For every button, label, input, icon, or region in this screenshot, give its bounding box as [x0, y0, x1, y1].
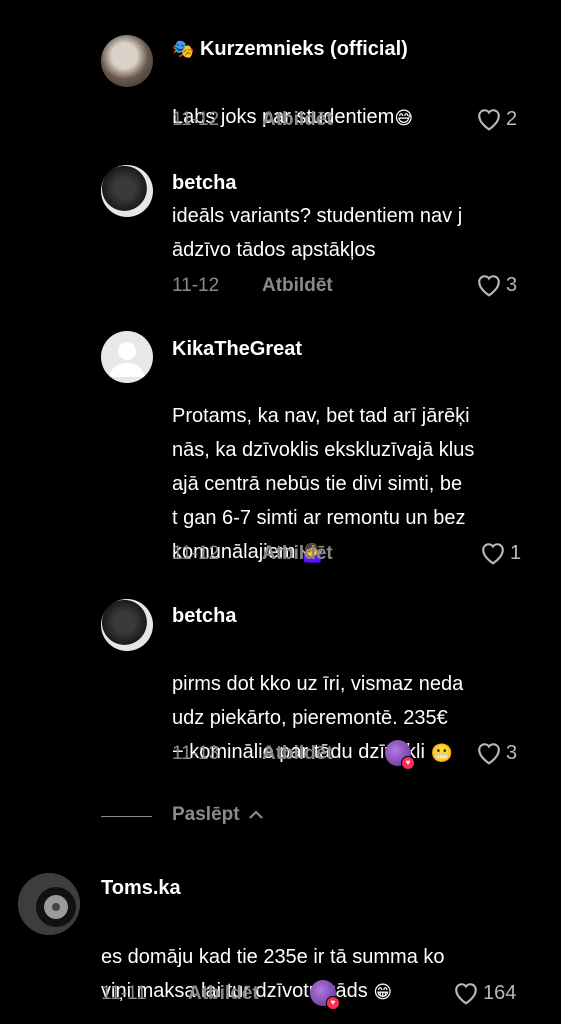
chevron-up-icon [248, 810, 263, 819]
like-button[interactable]: 3 [476, 273, 517, 297]
emoji: 😁 [373, 981, 393, 1002]
avatar[interactable] [101, 165, 153, 217]
reply-button[interactable]: Atbildēt [262, 109, 333, 131]
like-button[interactable]: 1 [480, 541, 521, 565]
like-count: 1 [510, 541, 522, 564]
divider [101, 816, 152, 817]
reply-button[interactable]: Atbildēt [262, 743, 333, 765]
heart-icon [482, 543, 504, 565]
avatar[interactable] [101, 35, 153, 87]
comment-date: 11-13 [172, 743, 220, 764]
comment-date: 11-12 [172, 275, 220, 296]
comment-username[interactable]: KikaTheGreat [172, 338, 302, 361]
comment-username[interactable]: 🎭 Kurzemnieks (official) [172, 38, 408, 61]
hide-replies-button[interactable]: Paslēpt [172, 804, 264, 826]
like-count: 164 [483, 981, 517, 1004]
emoji: 😬 [430, 742, 453, 763]
heart-icon [478, 109, 500, 131]
person-icon [109, 342, 145, 377]
like-button[interactable]: 3 [476, 741, 517, 765]
reply-button[interactable]: Atbildēt [188, 983, 259, 1005]
comment-date: 11-11 [101, 983, 147, 1004]
like-button[interactable]: 2 [476, 107, 517, 131]
comment-date: 11-12 [172, 109, 220, 130]
reply-button[interactable]: Atbildēt [262, 543, 333, 565]
creator-liked-badge: ♥ [385, 740, 415, 770]
heart-icon [455, 983, 477, 1005]
username-label: Kurzemnieks (official) [199, 38, 408, 60]
like-count: 3 [506, 741, 518, 764]
hide-replies-label: Paslēpt [172, 804, 240, 825]
reply-button[interactable]: Atbildēt [262, 275, 333, 297]
avatar[interactable] [101, 599, 153, 651]
comment-date: 11-12 [172, 543, 220, 564]
emoji: 😅 [394, 107, 414, 128]
avatar[interactable] [18, 873, 80, 935]
like-button[interactable]: 164 [453, 981, 516, 1005]
creator-liked-badge: ♥ [310, 980, 340, 1010]
heart-icon [478, 275, 500, 297]
comment-username[interactable]: betcha [172, 605, 236, 628]
like-count: 2 [506, 107, 518, 130]
like-count: 3 [506, 273, 518, 296]
comment-text: ideāls variants? studentiem nav j ādzīvo… [172, 205, 463, 261]
heart-icon [478, 743, 500, 765]
car-wheel-image [18, 873, 80, 935]
heart-badge-icon: ♥ [326, 996, 340, 1010]
default-avatar[interactable] [101, 331, 153, 383]
comment-text-content: es domāju kad tie 235e ir tā summa ko vi… [101, 946, 445, 1002]
heart-badge-icon: ♥ [401, 756, 415, 770]
comment-username[interactable]: Toms.ka [101, 877, 181, 900]
comment-text: Protams, ka nav, bet tad arī jārēķi nās,… [172, 365, 474, 570]
comment-text: es domāju kad tie 235e ir tā summa ko vi… [101, 906, 445, 1009]
badge-emoji: 🎭 [172, 39, 195, 59]
comment-username[interactable]: betcha [172, 172, 236, 195]
